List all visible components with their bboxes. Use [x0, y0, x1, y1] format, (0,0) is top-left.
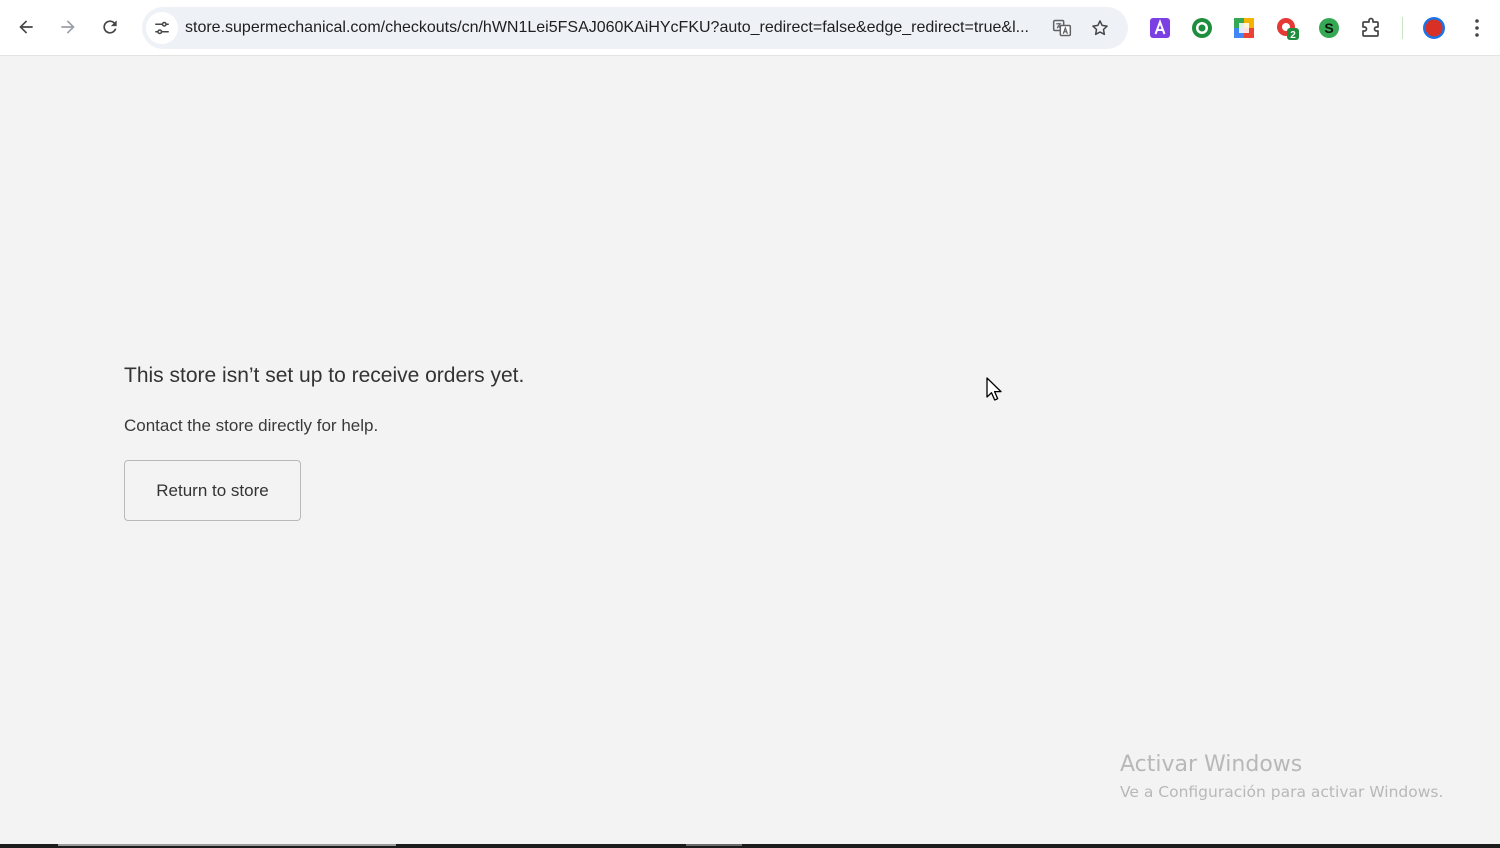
translate-icon — [1052, 19, 1072, 37]
translate-button[interactable] — [1050, 16, 1074, 40]
forward-arrow-icon — [61, 20, 75, 34]
bookmark-button[interactable] — [1088, 16, 1112, 40]
red-badge-extension-button[interactable]: 2 — [1273, 14, 1301, 42]
toolbar-divider — [1402, 17, 1403, 39]
return-to-store-button[interactable]: Return to store — [124, 460, 301, 521]
grid-extension-icon — [1234, 18, 1254, 38]
reload-button[interactable] — [93, 10, 127, 44]
page-heading: This store isn’t set up to receive order… — [124, 364, 525, 387]
address-bar[interactable]: store.supermechanical.com/checkouts/cn/h… — [142, 7, 1128, 49]
browser-menu-button[interactable] — [1463, 14, 1491, 42]
back-button[interactable] — [9, 10, 43, 44]
bookmark-star-icon — [1092, 20, 1108, 36]
s-extension-letter: S — [1324, 20, 1333, 36]
green-circle-extension-button[interactable] — [1188, 14, 1216, 42]
text-a-extension-button[interactable] — [1146, 14, 1174, 42]
mouse-cursor-icon — [986, 377, 1002, 401]
extension-badge-count: 2 — [1290, 30, 1296, 40]
help-text: Contact the store directly for help. — [124, 416, 379, 435]
taskbar-segment — [58, 844, 396, 846]
s-extension-button[interactable]: S — [1315, 14, 1343, 42]
puzzle-extensions-icon — [1362, 17, 1379, 37]
kebab-menu-icon — [1475, 19, 1479, 37]
site-info-icon — [155, 21, 169, 35]
extensions-menu-button[interactable] — [1358, 14, 1386, 42]
green-circle-extension-icon — [1192, 18, 1212, 38]
forward-button[interactable] — [51, 10, 85, 44]
checkout-page: This store isn’t set up to receive order… — [0, 57, 1500, 844]
taskbar-segment — [686, 844, 742, 846]
windows-activation-subtitle: Ve a Configuración para activar Windows. — [1120, 783, 1444, 801]
grid-extension-button[interactable] — [1230, 14, 1258, 42]
s-extension-icon: S — [1319, 18, 1339, 38]
url-text[interactable]: store.supermechanical.com/checkouts/cn/h… — [185, 18, 1037, 38]
text-a-extension-icon — [1150, 18, 1170, 38]
windows-activation-title: Activar Windows — [1120, 752, 1303, 777]
back-arrow-icon — [19, 20, 33, 34]
reload-icon — [103, 20, 117, 34]
profile-button[interactable] — [1420, 14, 1448, 42]
red-badge-extension-icon: 2 — [1277, 18, 1299, 40]
site-info-button[interactable] — [146, 12, 178, 44]
browser-toolbar: store.supermechanical.com/checkouts/cn/h… — [0, 0, 1500, 56]
profile-avatar-icon — [1423, 17, 1445, 39]
